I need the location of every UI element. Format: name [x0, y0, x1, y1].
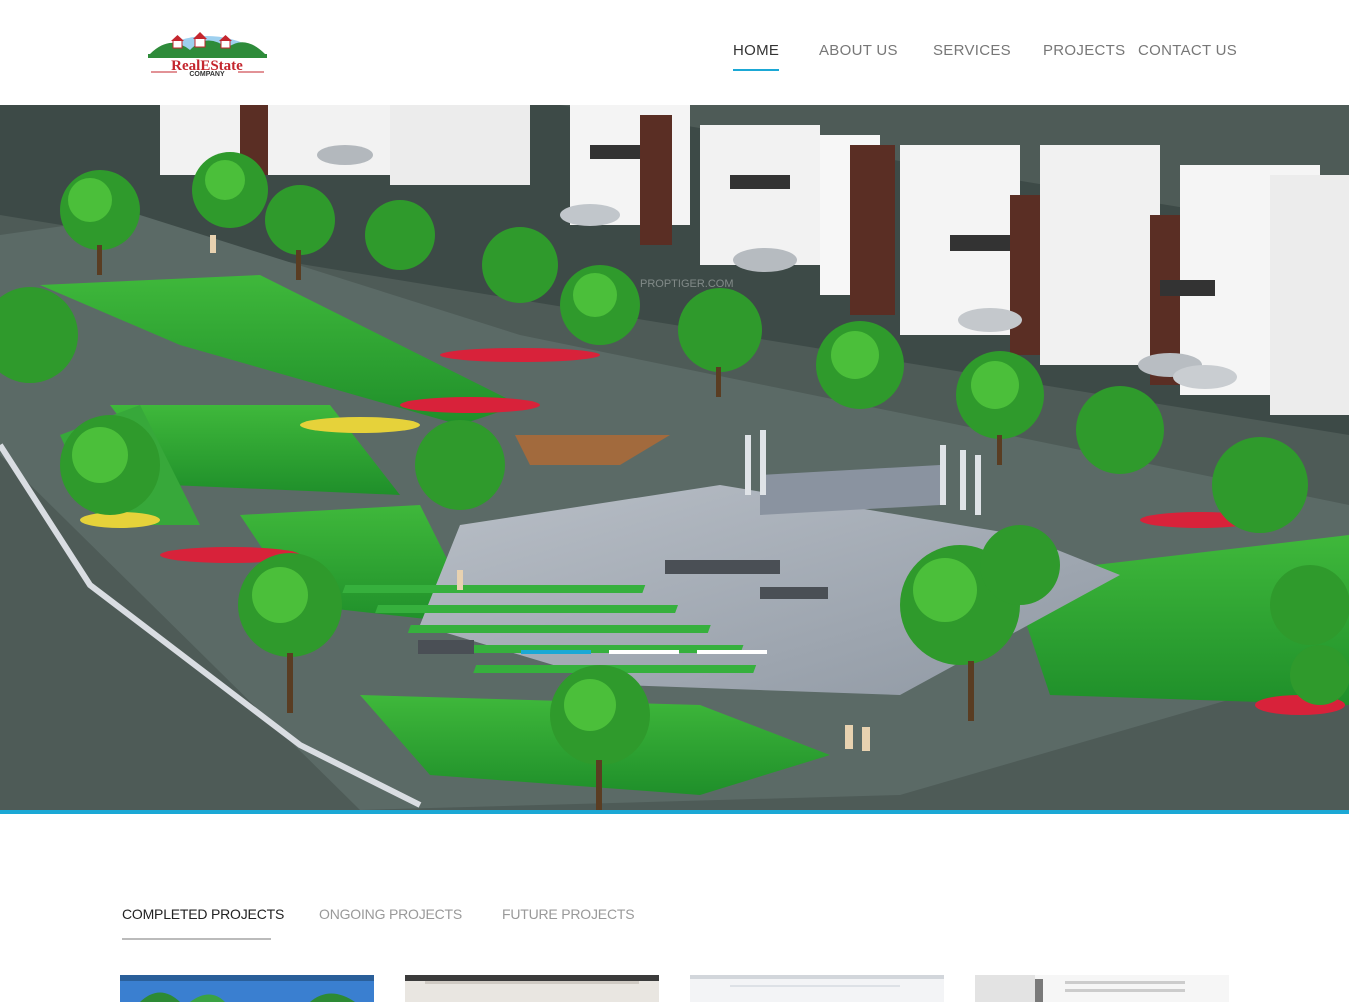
project-card[interactable]: [975, 975, 1229, 1002]
project-thumbnail: [120, 975, 374, 1002]
project-card[interactable]: [405, 975, 659, 1002]
tab-completed-projects[interactable]: COMPLETED PROJECTS: [122, 906, 284, 922]
nav-services[interactable]: SERVICES: [933, 42, 1011, 59]
main-nav: HOME ABOUT US SERVICES PROJECTS CONTACT …: [0, 0, 1349, 105]
nav-contact-us[interactable]: CONTACT US: [1138, 42, 1237, 59]
nav-about-us[interactable]: ABOUT US: [819, 42, 898, 59]
tab-future-projects[interactable]: FUTURE PROJECTS: [502, 906, 635, 922]
slide-indicator-2[interactable]: [609, 650, 679, 654]
project-card[interactable]: [120, 975, 374, 1002]
project-thumbnail: [405, 975, 659, 1002]
slide-indicator-1[interactable]: [521, 650, 591, 654]
hero-watermark: PROPTIGER.COM: [640, 278, 734, 290]
nav-projects[interactable]: PROJECTS: [1043, 42, 1125, 59]
site-header: RealEState COMPANY HOME ABOUT US SERVICE…: [0, 0, 1349, 105]
project-thumbnail: [690, 975, 944, 1002]
tab-active-underline: [122, 938, 271, 940]
project-card[interactable]: [690, 975, 944, 1002]
hero-image: PROPTIGER.COM: [0, 105, 1349, 810]
nav-active-underline: [733, 69, 779, 71]
nav-home[interactable]: HOME: [733, 42, 779, 59]
tab-ongoing-projects[interactable]: ONGOING PROJECTS: [319, 906, 462, 922]
project-thumbnail: [975, 975, 1229, 1002]
slide-indicator-3[interactable]: [697, 650, 767, 654]
hero-accent-line: [0, 810, 1349, 814]
hero-slider[interactable]: PROPTIGER.COM: [0, 105, 1349, 810]
